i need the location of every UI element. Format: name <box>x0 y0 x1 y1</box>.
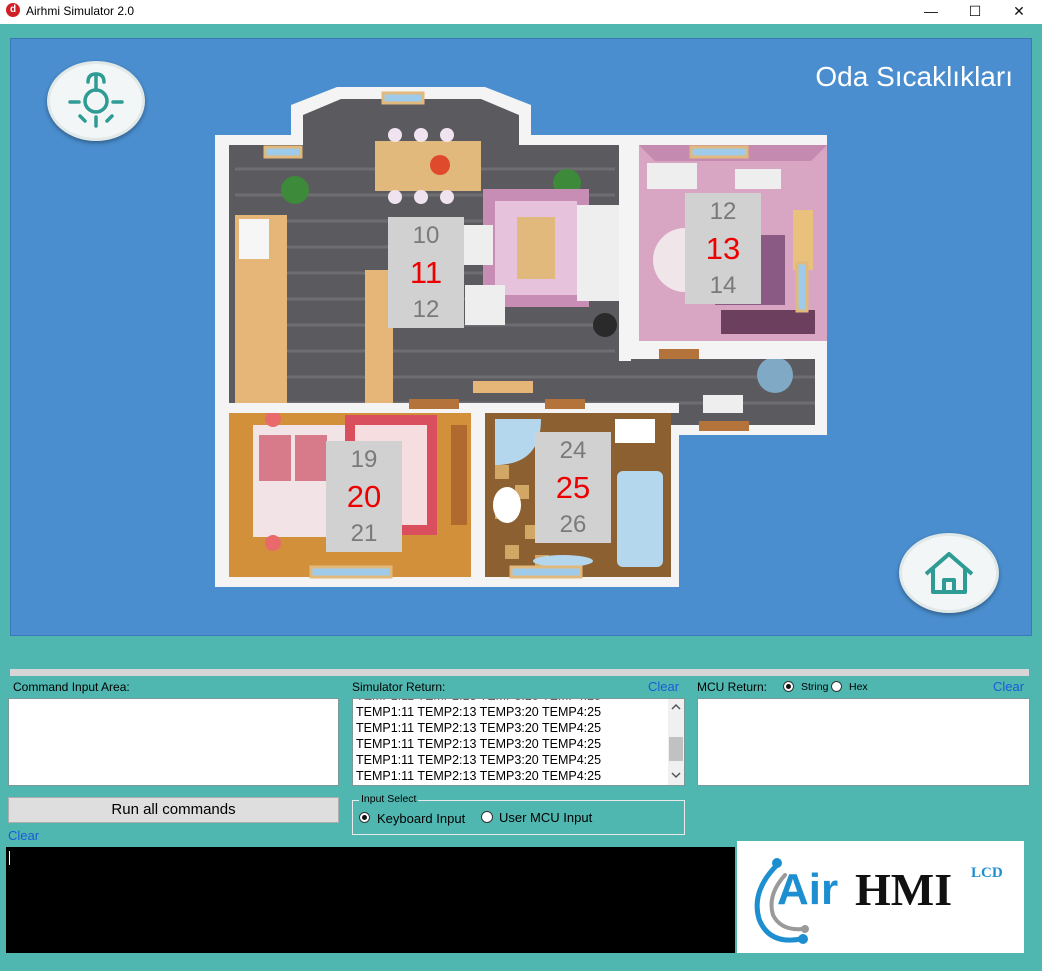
run-all-commands-button[interactable]: Run all commands <box>8 797 339 823</box>
temp-low-label: 24 <box>559 437 587 464</box>
hex-radio[interactable] <box>831 681 842 692</box>
splitter-bar[interactable] <box>10 669 1029 676</box>
simulator-return-log[interactable]: TEMP1:11 TEMP2:13 TEMP3:20 TEMP4:25 TEMP… <box>352 698 685 786</box>
log-line: TEMP1:11 TEMP2:13 TEMP3:20 TEMP4:25 <box>356 737 602 751</box>
command-input-label: Command Input Area: <box>13 680 130 694</box>
simulator-clear-link[interactable]: Clear <box>648 679 679 694</box>
temp-current-label: 13 <box>705 231 741 266</box>
temp-current-label: 11 <box>409 255 443 290</box>
temp-low-label: 12 <box>709 198 737 225</box>
temp-low-label: 19 <box>350 446 378 473</box>
user-mcu-input-label[interactable]: User MCU Input <box>499 810 592 825</box>
mcu-return-label: MCU Return: <box>697 680 768 694</box>
temp-high-label: 21 <box>350 520 378 547</box>
text-caret <box>9 851 10 865</box>
room-temp-bedroom-right: 12 13 14 <box>685 193 761 304</box>
scroll-down-icon[interactable] <box>671 772 681 779</box>
user-mcu-input-radio[interactable] <box>481 811 493 823</box>
window-title: Airhmi Simulator 2.0 <box>26 4 135 18</box>
hex-option-label[interactable]: Hex <box>849 681 868 693</box>
airhmi-logo: Air HMI LCD <box>737 841 1024 953</box>
light-button[interactable] <box>47 61 145 141</box>
title-bar: d Airhmi Simulator 2.0 — ☐ ✕ <box>0 0 1042 24</box>
close-button[interactable]: ✕ <box>996 0 1042 24</box>
minimize-button[interactable]: — <box>908 0 954 24</box>
home-icon <box>924 552 974 594</box>
command-input-area[interactable] <box>8 698 339 786</box>
light-bulb-icon <box>68 72 124 128</box>
log-line: TEMP1:11 TEMP2:13 TEMP3:20 TEMP4:25 <box>356 705 602 719</box>
hmi-screen: Oda Sıcaklıkları 10 11 12 12 13 14 19 20… <box>10 38 1032 636</box>
logo-lcd-text: LCD <box>971 865 1003 881</box>
command-clear-link[interactable]: Clear <box>8 828 39 843</box>
room-temp-bathroom: 24 25 26 <box>535 432 611 543</box>
console-output[interactable] <box>6 847 735 953</box>
log-line: TEMP1:11 TEMP2:13 TEMP3:20 TEMP4:25 <box>356 721 602 735</box>
screen-title: Oda Sıcaklıkları <box>815 61 1013 92</box>
room-temp-bedroom-left: 19 20 21 <box>326 441 402 552</box>
log-line: TEMP1:11 TEMP2:13 TEMP3:20 TEMP4:25 <box>356 753 602 767</box>
home-button[interactable] <box>899 533 999 613</box>
temp-high-label: 12 <box>412 296 440 323</box>
string-option-label[interactable]: String <box>801 681 828 693</box>
log-scrollbar[interactable] <box>668 699 684 785</box>
simulator-return-label: Simulator Return: <box>352 680 446 694</box>
app-icon: d <box>6 3 20 17</box>
keyboard-input-radio[interactable] <box>359 812 370 823</box>
floor-plan <box>215 87 827 587</box>
mcu-clear-link[interactable]: Clear <box>993 679 1024 694</box>
log-line: TEMP1:11 TEMP2:13 TEMP3:20 TEMP4:25 <box>356 769 602 783</box>
scroll-thumb[interactable] <box>669 737 683 761</box>
temp-low-label: 10 <box>412 222 440 249</box>
room-temp-living-room: 10 11 12 <box>388 217 464 328</box>
string-radio[interactable] <box>783 681 794 692</box>
logo-air-text: Air <box>777 865 839 914</box>
input-select-group: Input Select Keyboard Input User MCU Inp… <box>352 793 685 835</box>
temp-high-label: 26 <box>559 511 587 538</box>
temp-current-label: 20 <box>346 479 382 514</box>
logo-hmi-text: HMI <box>855 864 953 915</box>
temp-high-label: 14 <box>709 272 737 299</box>
temp-current-label: 25 <box>555 470 591 505</box>
keyboard-input-label[interactable]: Keyboard Input <box>377 811 465 826</box>
scroll-up-icon[interactable] <box>671 703 681 710</box>
mcu-return-area[interactable] <box>697 698 1030 786</box>
maximize-button[interactable]: ☐ <box>952 0 998 24</box>
input-select-legend: Input Select <box>359 793 419 805</box>
